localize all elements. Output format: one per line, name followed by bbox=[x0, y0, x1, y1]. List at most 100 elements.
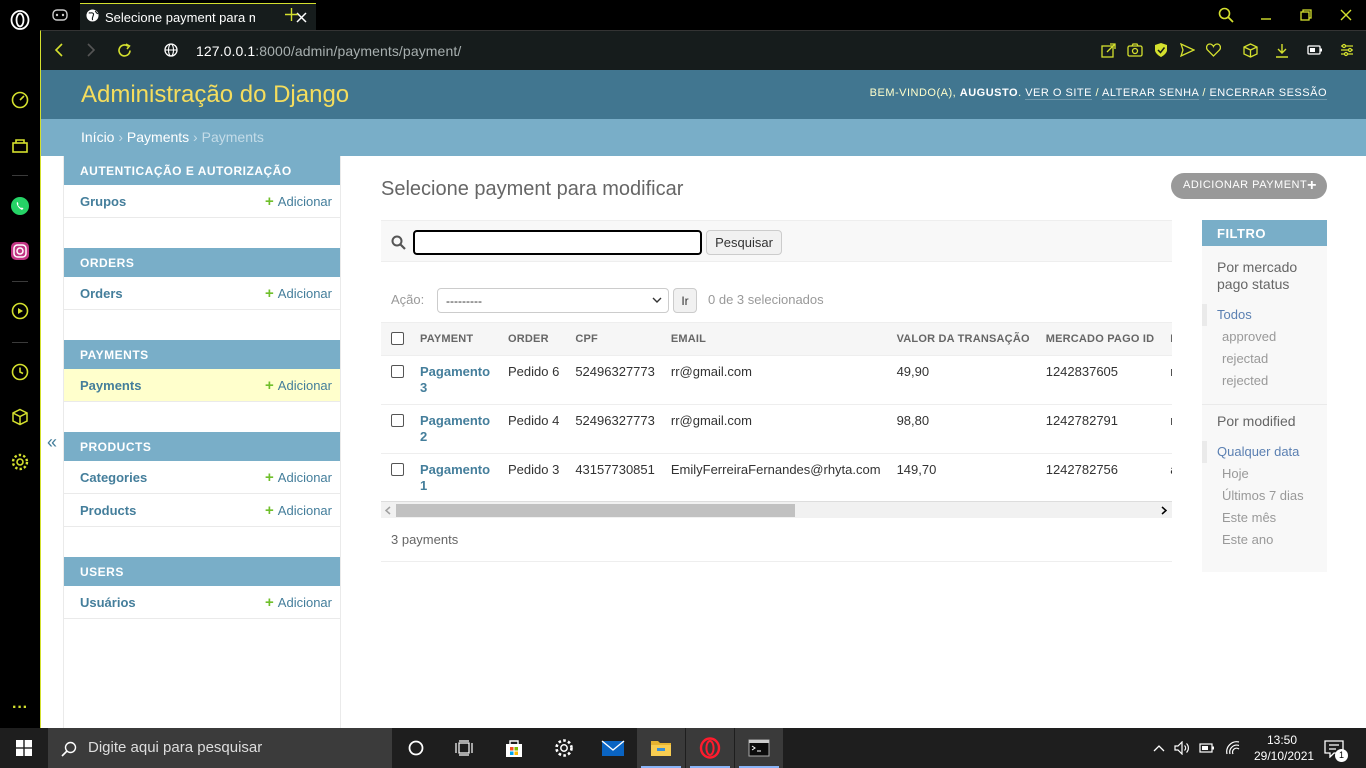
logout-link[interactable]: ENCERRAR SESSÃO bbox=[1209, 87, 1327, 100]
settings-gear-icon[interactable] bbox=[8, 450, 32, 474]
wifi-icon[interactable] bbox=[1223, 740, 1241, 756]
change-password-link[interactable]: ALTERAR SENHA bbox=[1102, 87, 1199, 100]
search-tabs-icon[interactable] bbox=[1216, 5, 1236, 25]
breadcrumb-home[interactable]: Início bbox=[81, 129, 114, 145]
mail-icon[interactable] bbox=[589, 728, 637, 768]
gx-control-icon[interactable] bbox=[50, 6, 70, 24]
scroll-right-icon[interactable] bbox=[1159, 505, 1169, 516]
task-view-icon[interactable] bbox=[440, 728, 488, 768]
breadcrumb-app[interactable]: Payments bbox=[127, 129, 189, 145]
add-categories-link[interactable]: + Adicionar bbox=[265, 470, 332, 485]
column-header[interactable]: MERCADO PAGO ID bbox=[1037, 322, 1163, 356]
filter-option[interactable]: rejectad bbox=[1202, 348, 1327, 370]
history-icon[interactable] bbox=[8, 360, 32, 384]
payment-link[interactable]: Pagamento 1 bbox=[420, 462, 492, 494]
row-checkbox[interactable] bbox=[391, 365, 404, 378]
clock[interactable]: 13:50 29/10/2021 bbox=[1254, 732, 1314, 764]
taskbar-search-input[interactable]: Digite aqui para pesquisar bbox=[48, 728, 392, 768]
add-products-link[interactable]: + Adicionar bbox=[265, 503, 332, 518]
battery-saver-icon[interactable] bbox=[1306, 41, 1324, 59]
bag-icon[interactable] bbox=[8, 133, 32, 157]
back-icon[interactable] bbox=[51, 41, 67, 59]
heart-bookmark-icon[interactable] bbox=[1204, 41, 1222, 59]
site-name[interactable]: Administração do Django bbox=[81, 81, 349, 109]
module-caption[interactable]: PRODUCTS bbox=[64, 432, 340, 461]
extensions-cube-icon[interactable] bbox=[1241, 41, 1259, 59]
new-tab-icon[interactable] bbox=[283, 6, 299, 22]
more-icon[interactable]: ··· bbox=[8, 696, 32, 720]
instagram-icon[interactable] bbox=[8, 239, 32, 263]
add-payments-link[interactable]: + Adicionar bbox=[265, 378, 332, 393]
site-info-globe-icon[interactable] bbox=[163, 42, 179, 58]
snapshot-camera-icon[interactable] bbox=[1126, 41, 1144, 59]
column-header[interactable]: EMAIL bbox=[662, 322, 889, 356]
terminal-icon[interactable] bbox=[735, 728, 783, 768]
nav-link-categories[interactable]: Categories bbox=[80, 470, 147, 485]
column-header[interactable]: ORDER bbox=[500, 322, 568, 356]
toggle-nav-sidebar[interactable]: « bbox=[41, 156, 64, 728]
go-button[interactable]: Ir bbox=[673, 288, 697, 313]
file-explorer-icon[interactable] bbox=[637, 728, 685, 768]
column-header[interactable]: MERCADO PAGO STATUS bbox=[1162, 322, 1172, 356]
column-header[interactable]: PAYMENT bbox=[412, 322, 500, 356]
nav-link-products[interactable]: Products bbox=[80, 503, 136, 518]
forward-icon[interactable] bbox=[83, 41, 99, 59]
url-field[interactable]: 127.0.0.1:8000/admin/payments/payment/ bbox=[196, 43, 461, 59]
whatsapp-icon[interactable] bbox=[8, 194, 32, 218]
module-caption[interactable]: USERS bbox=[64, 557, 340, 586]
row-checkbox[interactable] bbox=[391, 463, 404, 476]
select-all-checkbox[interactable] bbox=[391, 331, 404, 345]
payment-link[interactable]: Pagamento 3 bbox=[420, 364, 492, 396]
module-caption[interactable]: PAYMENTS bbox=[64, 340, 340, 369]
filter-option[interactable]: Hoje bbox=[1202, 463, 1327, 485]
nav-link-orders[interactable]: Orders bbox=[80, 286, 123, 301]
column-header[interactable]: CPF bbox=[567, 322, 663, 356]
module-caption[interactable]: ORDERS bbox=[64, 248, 340, 277]
opera-gx-icon[interactable] bbox=[686, 728, 734, 768]
nav-link-usuarios[interactable]: Usuários bbox=[80, 595, 136, 610]
settings-gear-icon[interactable] bbox=[540, 728, 588, 768]
filter-option[interactable]: Este mês bbox=[1202, 507, 1327, 529]
minimize-icon[interactable] bbox=[1256, 5, 1276, 25]
add-payment-button[interactable]: ADICIONAR PAYMENT + bbox=[1171, 173, 1327, 199]
share-icon[interactable] bbox=[1099, 41, 1117, 59]
start-windows-icon[interactable] bbox=[0, 728, 48, 768]
search-input[interactable] bbox=[413, 230, 702, 255]
opera-logo-icon[interactable] bbox=[8, 8, 32, 32]
add-usuarios-link[interactable]: + Adicionar bbox=[265, 595, 332, 610]
filter-option[interactable]: Últimos 7 dias bbox=[1202, 485, 1327, 507]
add-grupos-link[interactable]: + Adicionar bbox=[265, 194, 332, 209]
scrollbar-thumb[interactable] bbox=[396, 504, 795, 517]
chevron-up-icon[interactable] bbox=[1151, 740, 1167, 756]
download-icon[interactable] bbox=[1273, 41, 1291, 59]
send-icon[interactable] bbox=[1178, 41, 1196, 59]
column-header[interactable]: VALOR DA TRANSAÇÃO bbox=[888, 322, 1038, 356]
speed-dial-icon[interactable] bbox=[8, 88, 32, 112]
extensions-cube-icon[interactable] bbox=[8, 405, 32, 429]
cortana-circle-icon[interactable] bbox=[392, 728, 440, 768]
filter-option[interactable]: approved bbox=[1202, 326, 1327, 348]
module-caption[interactable]: AUTENTICAÇÃO E AUTORIZAÇÃO bbox=[64, 156, 340, 185]
nav-link-payments[interactable]: Payments bbox=[80, 378, 141, 393]
restore-icon[interactable] bbox=[1296, 5, 1316, 25]
close-window-icon[interactable] bbox=[1336, 5, 1356, 25]
notifications-icon[interactable]: 1 bbox=[1322, 738, 1348, 762]
nav-link-grupos[interactable]: Grupos bbox=[80, 194, 126, 209]
action-select[interactable]: --------- bbox=[437, 288, 669, 313]
scroll-left-icon[interactable] bbox=[383, 505, 393, 516]
filter-option-selected[interactable]: Qualquer data bbox=[1202, 441, 1327, 463]
reload-icon[interactable] bbox=[115, 41, 133, 59]
horizontal-scrollbar[interactable] bbox=[381, 501, 1172, 518]
row-checkbox[interactable] bbox=[391, 414, 404, 427]
store-bag-icon[interactable] bbox=[490, 728, 538, 768]
filter-option[interactable]: Este ano bbox=[1202, 529, 1327, 551]
player-icon[interactable] bbox=[8, 299, 32, 323]
search-button[interactable]: Pesquisar bbox=[706, 230, 782, 255]
volume-icon[interactable] bbox=[1173, 740, 1191, 756]
adblock-shield-icon[interactable] bbox=[1152, 41, 1170, 59]
view-site-link[interactable]: VER O SITE bbox=[1025, 87, 1092, 100]
payment-link[interactable]: Pagamento 2 bbox=[420, 413, 492, 445]
add-orders-link[interactable]: + Adicionar bbox=[265, 286, 332, 301]
tab-active[interactable]: Selecione payment para mo bbox=[80, 3, 316, 30]
filter-option-selected[interactable]: Todos bbox=[1202, 304, 1327, 326]
